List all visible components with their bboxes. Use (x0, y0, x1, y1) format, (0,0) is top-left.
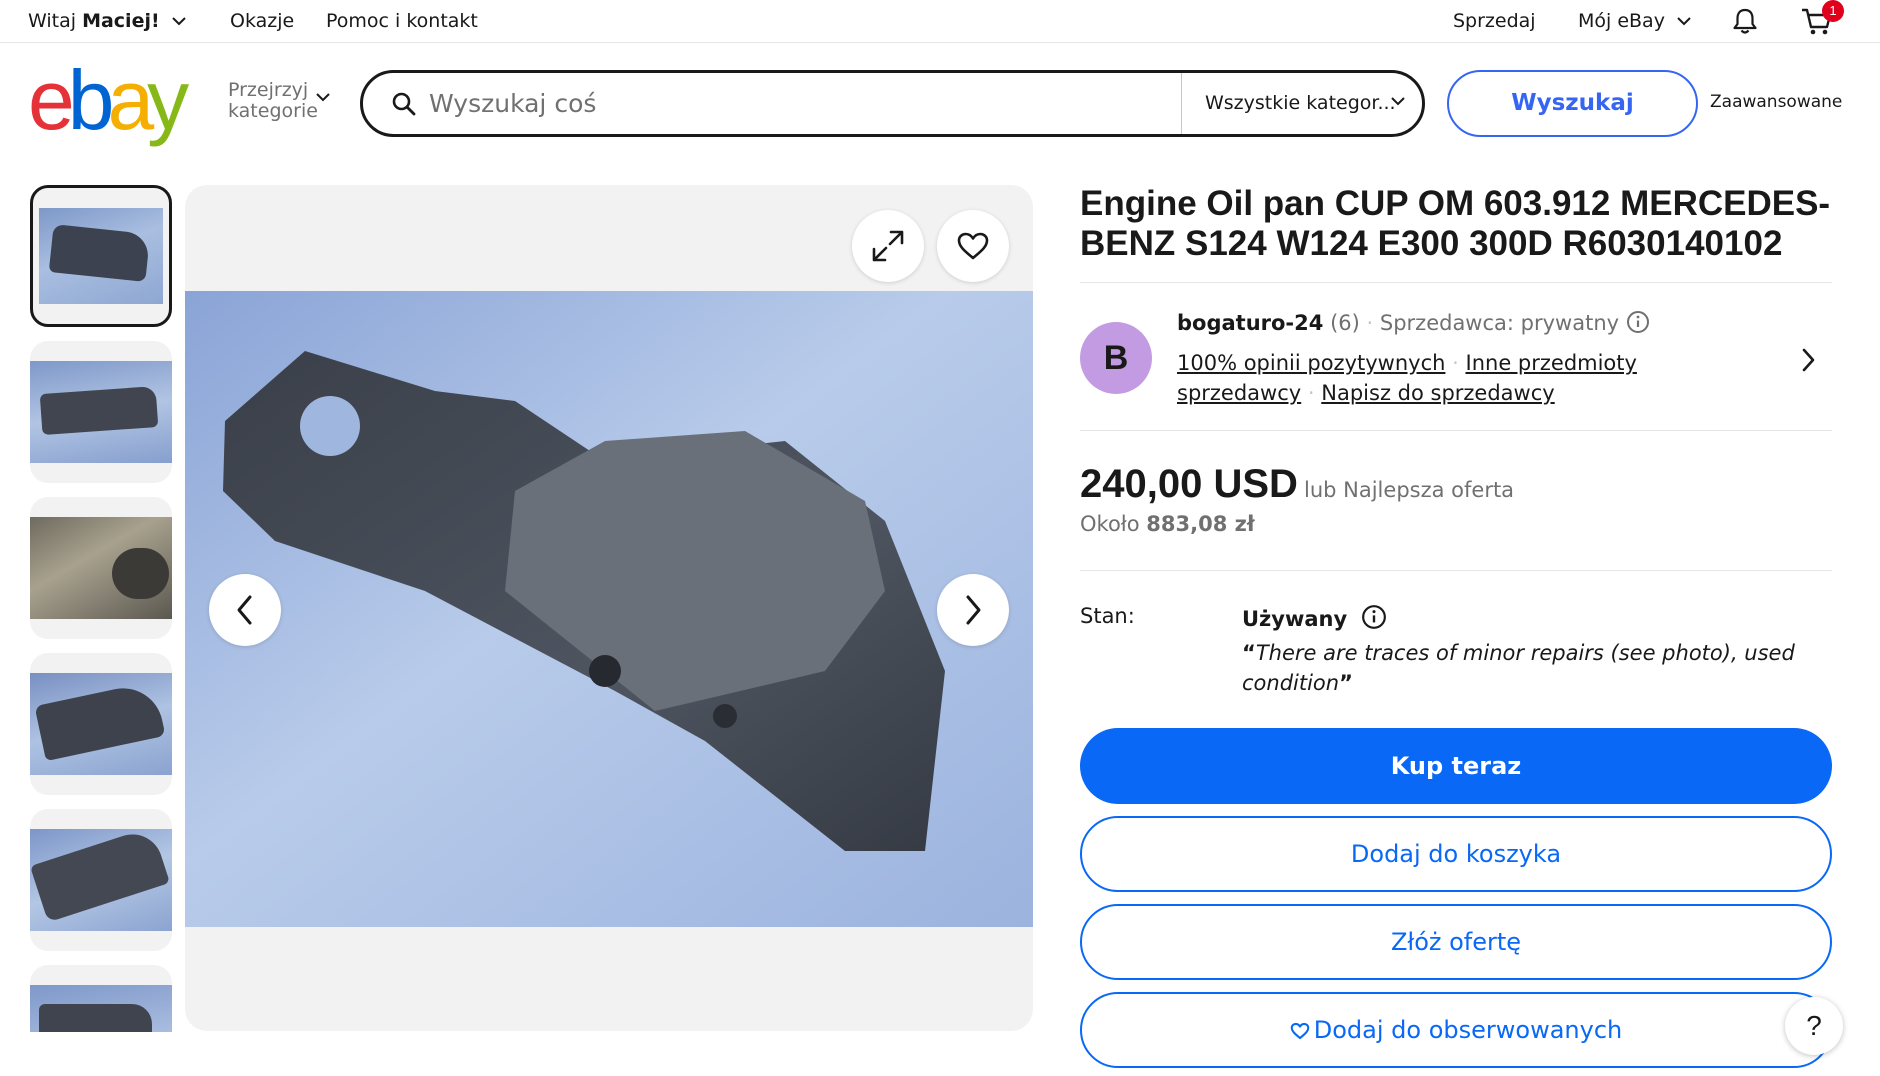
thumbnail-image (30, 517, 172, 619)
expand-button[interactable] (852, 210, 924, 282)
chevron-down-icon (171, 17, 186, 26)
seller-type: Sprzedawca: prywatny (1379, 311, 1620, 335)
next-image-button[interactable] (937, 574, 1009, 646)
thumbnail-image (30, 985, 172, 1032)
thumbnail-5[interactable] (30, 809, 172, 951)
open-quote: “ (1242, 641, 1256, 665)
thumbnail-2[interactable] (30, 341, 172, 483)
contact-seller-link[interactable]: Napisz do sprzedawcy (1321, 381, 1554, 405)
thumbnail-1[interactable] (30, 185, 172, 327)
approx-prefix: Około (1080, 512, 1147, 536)
sell-link[interactable]: Sprzedaj (1453, 0, 1536, 43)
seller-summary: bogaturo-24 (6) · Sprzedawca: prywatny (1177, 310, 1650, 335)
thumbnail-image (30, 827, 172, 931)
condition-description: “There are traces of minor repairs (see … (1242, 638, 1802, 698)
chevron-left-icon (237, 595, 252, 625)
help-button[interactable]: ? (1785, 997, 1843, 1055)
deals-link[interactable]: Okazje (230, 0, 294, 43)
seller-avatar[interactable]: B (1080, 322, 1152, 394)
help-contact-link[interactable]: Pomoc i kontakt (326, 0, 478, 43)
add-to-cart-button[interactable]: Dodaj do koszyka (1080, 816, 1832, 892)
divider (1080, 430, 1832, 431)
buy-now-button[interactable]: Kup teraz (1080, 728, 1832, 804)
ebay-logo[interactable]: ebay (28, 53, 189, 147)
heart-icon (1290, 1022, 1310, 1040)
category-divider (1181, 73, 1182, 134)
logo-letter-b: b (67, 53, 115, 147)
divider (1080, 570, 1832, 571)
thumbnail-3[interactable] (30, 497, 172, 639)
category-select[interactable]: Wszystkie kategor... (1205, 73, 1396, 134)
browse-line2: kategorie (228, 100, 318, 122)
condition-value: Używany (1242, 604, 1387, 631)
search-button[interactable]: Wyszukaj (1447, 70, 1698, 137)
make-offer-button[interactable]: Złóż ofertę (1080, 904, 1832, 980)
info-icon[interactable] (1361, 604, 1387, 630)
greeting[interactable]: Witaj Maciej! (28, 0, 186, 43)
greeting-prefix: Witaj (28, 10, 83, 32)
info-icon[interactable] (1626, 310, 1650, 334)
chevron-right-icon (966, 595, 981, 625)
divider (1080, 282, 1832, 283)
my-ebay-label: Mój eBay (1578, 10, 1665, 32)
separator-dot: · (1307, 381, 1315, 405)
expand-icon (872, 230, 904, 262)
product-photo (185, 291, 1033, 927)
listing-title: Engine Oil pan CUP OM 603.912 MERCEDES-B… (1080, 184, 1831, 263)
search-input[interactable] (429, 83, 1029, 123)
condition-text: Używany (1242, 607, 1348, 631)
chevron-down-icon (1391, 97, 1405, 106)
add-to-watchlist-button[interactable]: Dodaj do obserwowanych (1080, 992, 1832, 1068)
heart-icon (957, 232, 989, 260)
approx-value: 883,08 zł (1146, 512, 1255, 536)
watch-heart-button[interactable] (937, 210, 1009, 282)
logo-letter-e: e (28, 53, 75, 147)
main-image-viewer[interactable] (185, 185, 1033, 1031)
seller-feedback-count: (6) (1330, 311, 1360, 335)
positive-feedback-link[interactable]: 100% opinii pozytywnych (1177, 351, 1445, 375)
watch-label: Dodaj do obserwowanych (1313, 1016, 1623, 1044)
cart-count-badge: 1 (1822, 0, 1844, 22)
price: 240,00 USD (1080, 462, 1298, 506)
best-offer-note: lub Najlepsza oferta (1304, 478, 1515, 502)
greeting-name: Maciej! (82, 10, 160, 32)
thumbnail-4[interactable] (30, 653, 172, 795)
thumbnail-image (39, 208, 163, 304)
close-quote: ” (1339, 671, 1353, 695)
chevron-down-icon (1677, 17, 1691, 26)
thumbnail-6[interactable] (30, 965, 172, 1032)
logo-letter-y: y (147, 53, 189, 147)
previous-image-button[interactable] (209, 574, 281, 646)
advanced-search-link[interactable]: Zaawansowane (1710, 92, 1842, 112)
search-bar: Wszystkie kategor... (360, 70, 1425, 137)
seller-name[interactable]: bogaturo-24 (1177, 311, 1323, 335)
thumbnail-image (30, 361, 172, 463)
thumbnail-image (30, 673, 172, 775)
seller-links: 100% opinii pozytywnych · Inne przedmiot… (1177, 348, 1737, 408)
bell-icon[interactable] (1730, 6, 1760, 36)
chevron-down-icon (316, 93, 330, 102)
logo-letter-a: a (107, 53, 154, 147)
my-ebay-menu[interactable]: Mój eBay (1578, 0, 1691, 43)
search-icon (392, 92, 416, 116)
browse-categories-button[interactable]: Przejrzyj kategorie (228, 80, 318, 122)
browse-line1: Przejrzyj (228, 79, 309, 101)
condition-description-text: There are traces of minor repairs (see p… (1242, 641, 1795, 695)
separator-dot: · (1366, 311, 1374, 335)
approx-price: Około 883,08 zł (1080, 512, 1255, 536)
condition-label: Stan: (1080, 604, 1135, 628)
top-bar: Witaj Maciej! Okazje Pomoc i kontakt Spr… (0, 0, 1880, 43)
separator-dot: · (1452, 351, 1459, 375)
chevron-right-icon[interactable] (1800, 347, 1816, 373)
